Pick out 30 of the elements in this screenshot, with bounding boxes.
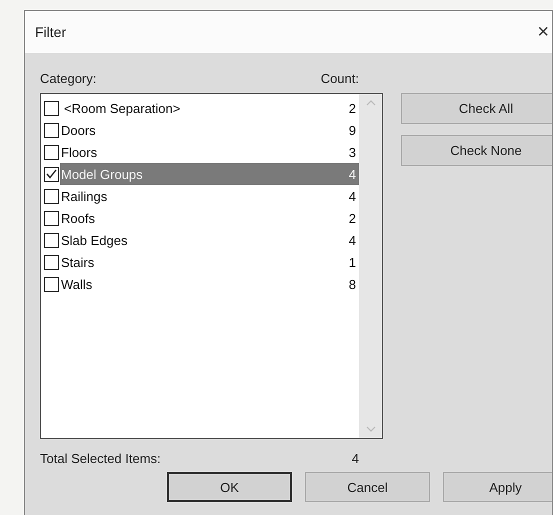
list-item[interactable]: Railings 4	[60, 185, 359, 207]
list-item[interactable]: Slab Edges 4	[60, 229, 359, 251]
checkbox[interactable]	[44, 254, 59, 270]
dialog-button[interactable]: Apply	[443, 472, 552, 502]
dialog-button[interactable]: OK	[167, 472, 292, 502]
category-label: Category:	[40, 71, 96, 88]
list-item[interactable]: Doors 9	[60, 119, 359, 141]
checkbox[interactable]	[44, 166, 59, 182]
window-title: Filter	[35, 24, 66, 40]
list-item[interactable]: Walls 8	[60, 273, 359, 295]
check-button[interactable]: Check None	[401, 135, 552, 166]
checkbox[interactable]	[44, 188, 59, 204]
list-item[interactable]: Floors 3	[60, 141, 359, 163]
dialog-button[interactable]: Cancel	[305, 472, 430, 502]
total-label: Total Selected Items:	[40, 451, 161, 466]
count-label: Count:	[320, 71, 359, 88]
check-button[interactable]: Check All	[401, 93, 552, 124]
checkbox[interactable]	[44, 232, 59, 248]
list-item[interactable]: Roofs 2	[60, 207, 359, 229]
close-button[interactable]: ×	[537, 20, 549, 44]
checkbox[interactable]	[44, 144, 59, 160]
total-value: 4	[352, 451, 359, 466]
list-item[interactable]: <Room Separation> 2	[63, 97, 359, 119]
check-icon	[46, 169, 57, 179]
checkbox[interactable]	[44, 276, 59, 292]
list-item[interactable]: Stairs 1	[60, 251, 359, 273]
checkbox[interactable]	[44, 122, 59, 138]
list-item[interactable]: Model Groups 4	[60, 163, 359, 185]
checkbox[interactable]	[44, 100, 59, 116]
checkbox[interactable]	[44, 210, 59, 226]
